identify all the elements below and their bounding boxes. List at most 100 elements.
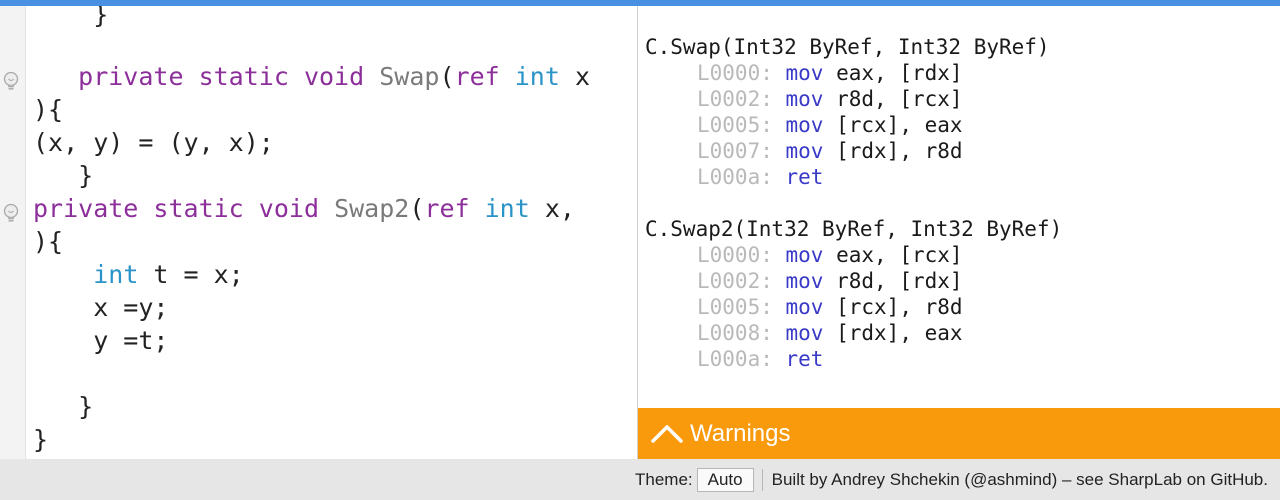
asm-operands: [rcx], r8d <box>836 295 963 319</box>
keyword-token: ref <box>454 62 500 91</box>
keyword-token: static <box>153 194 244 223</box>
asm-address: L0000: <box>697 61 773 85</box>
asm-instruction-line: L000a: ret <box>697 164 823 190</box>
code-line[interactable]: } <box>33 390 93 423</box>
asm-opcode: mov <box>785 139 824 163</box>
keyword-token: void <box>258 194 320 223</box>
asm-opcode: ret <box>785 165 824 189</box>
code-token: x =y; <box>33 293 169 322</box>
asm-operands: [rdx], eax <box>836 321 963 345</box>
asm-operands: r8d, [rcx] <box>836 87 963 111</box>
lightbulb-icon[interactable] <box>1 203 21 225</box>
method-name-token: Swap <box>379 62 440 91</box>
asm-instruction-line: L0002: mov r8d, [rdx] <box>697 268 963 294</box>
asm-operands: [rdx], r8d <box>836 139 963 163</box>
code-line[interactable]: x =y; <box>33 291 168 324</box>
asm-address: L000a: <box>697 347 773 371</box>
theme-select-button[interactable]: Auto <box>696 468 754 492</box>
code-line[interactable]: int t = x; <box>33 258 244 291</box>
code-token: x <box>559 62 590 91</box>
code-token: t = x; <box>138 260 244 289</box>
chevron-up-icon <box>650 422 684 444</box>
code-token: x, <box>529 194 575 223</box>
footer: Theme: Auto Built by Andrey Shchekin (@a… <box>0 459 1280 500</box>
asm-instruction-line: L0000: mov eax, [rcx] <box>697 242 963 268</box>
code-token: } <box>33 425 49 454</box>
code-token: } <box>33 392 94 421</box>
asm-address: L0005: <box>697 295 773 319</box>
asm-address: L0000: <box>697 243 773 267</box>
keyword-token: void <box>303 62 365 91</box>
asm-address: L0008: <box>697 321 773 345</box>
keyword-token: private <box>78 62 184 91</box>
code-token: ( <box>439 62 455 91</box>
keyword-token: ref <box>424 194 470 223</box>
asm-opcode: ret <box>785 347 824 371</box>
asm-instruction-line: L0005: mov [rcx], eax <box>697 112 963 138</box>
asm-opcode: mov <box>785 87 824 111</box>
asm-operands: eax, [rcx] <box>836 243 963 267</box>
code-line[interactable]: private static void Swap(ref int x <box>33 60 590 93</box>
asm-opcode: mov <box>785 269 824 293</box>
code-line[interactable]: } <box>33 423 48 456</box>
warnings-panel-toggle[interactable]: Warnings <box>638 408 1280 459</box>
type-token: int <box>93 260 139 289</box>
asm-opcode: mov <box>785 61 824 85</box>
warnings-label: Warnings <box>690 420 791 447</box>
code-line[interactable]: } <box>33 159 93 192</box>
asm-instruction-line: L0000: mov eax, [rdx] <box>697 60 963 86</box>
code-line[interactable]: ){ <box>33 93 63 126</box>
asm-address: L0002: <box>697 269 773 293</box>
code-line[interactable]: private static void Swap2(ref int x, <box>33 192 575 225</box>
asm-instruction-line: L0005: mov [rcx], r8d <box>697 294 963 320</box>
type-token: int <box>514 62 560 91</box>
asm-address: L0002: <box>697 87 773 111</box>
footer-separator <box>761 469 763 491</box>
code-token: ){ <box>33 95 64 124</box>
code-token: ){ <box>33 227 64 256</box>
asm-method-header: C.Swap2(Int32 ByRef, Int32 ByRef) <box>645 217 1063 241</box>
keyword-token: static <box>198 62 289 91</box>
asm-instruction-line: L000a: ret <box>697 346 823 372</box>
code-line[interactable]: (x, y) = (y, x); <box>33 126 274 159</box>
code-token: y =t; <box>33 326 169 355</box>
asm-address: L000a: <box>697 165 773 189</box>
asm-opcode: mov <box>785 243 824 267</box>
code-line[interactable]: y =t; <box>33 324 168 357</box>
code-token: } <box>33 161 94 190</box>
asm-opcode: mov <box>785 113 824 137</box>
code-editor[interactable]: } private static void Swap(ref int x){(x… <box>0 6 637 459</box>
code-line[interactable]: ){ <box>33 225 63 258</box>
assembly-output-panel: C.Swap(Int32 ByRef, Int32 ByRef) L0000: m… <box>638 6 1280 408</box>
method-name-token: Swap2 <box>334 194 410 223</box>
footer-credit[interactable]: Built by Andrey Shchekin (@ashmind) – se… <box>772 470 1268 490</box>
lightbulb-icon[interactable] <box>1 71 21 93</box>
type-token: int <box>484 194 530 223</box>
asm-instruction-line: L0008: mov [rdx], eax <box>697 320 963 346</box>
asm-address: L0007: <box>697 139 773 163</box>
asm-operands: r8d, [rdx] <box>836 269 963 293</box>
code-line[interactable]: } <box>33 6 108 31</box>
keyword-token: private <box>33 194 139 223</box>
code-token: (x, y) = (y, x); <box>33 128 274 157</box>
asm-instruction-line: L0007: mov [rdx], r8d <box>697 138 963 164</box>
asm-opcode: mov <box>785 321 824 345</box>
asm-operands: eax, [rdx] <box>836 61 963 85</box>
asm-opcode: mov <box>785 295 824 319</box>
theme-label: Theme: <box>635 470 693 489</box>
code-token: } <box>33 6 109 29</box>
asm-method-header: C.Swap(Int32 ByRef, Int32 ByRef) <box>645 35 1050 59</box>
asm-operands: [rcx], eax <box>836 113 963 137</box>
code-token: ( <box>409 194 425 223</box>
asm-instruction-line: L0002: mov r8d, [rcx] <box>697 86 963 112</box>
